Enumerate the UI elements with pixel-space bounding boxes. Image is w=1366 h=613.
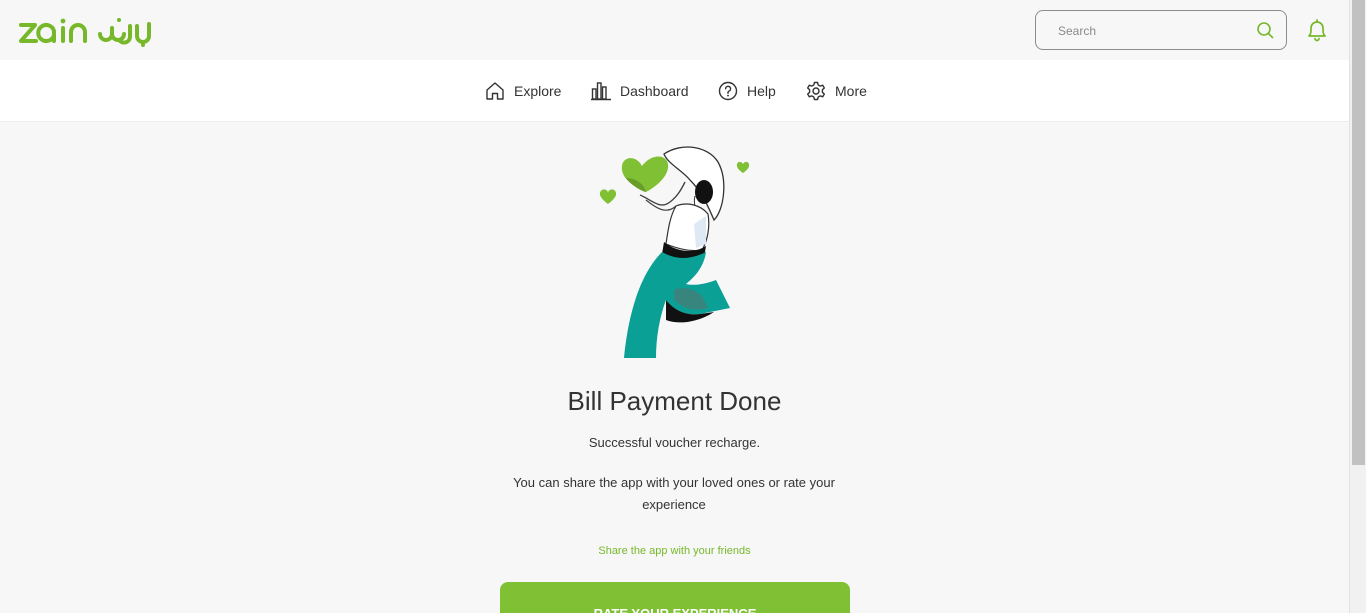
nav-item-explore[interactable]: Explore [484, 79, 561, 103]
share-message: You can share the app with your loved on… [513, 475, 835, 512]
gear-icon [807, 81, 825, 101]
top-header [0, 0, 1349, 60]
nav-label-more: More [835, 83, 867, 99]
bell-icon[interactable] [1305, 17, 1329, 43]
question-icon [718, 81, 738, 101]
search-box[interactable] [1035, 10, 1287, 50]
main-nav: Explore Dashboard Help More [0, 60, 1349, 122]
success-illustration [599, 146, 750, 358]
nav-label-explore: Explore [514, 83, 562, 99]
search-icon[interactable] [1256, 21, 1274, 39]
search-input[interactable] [1056, 20, 1246, 42]
success-subtitle: Successful voucher recharge. [588, 435, 761, 450]
nav-item-help[interactable]: Help [717, 79, 776, 103]
zain-logo[interactable] [18, 14, 158, 48]
nav-item-dashboard[interactable]: Dashboard [590, 79, 689, 103]
nav-item-more[interactable]: More [805, 79, 867, 103]
rate-experience-button[interactable]: RATE YOUR EXPERIENCE [500, 582, 850, 613]
home-icon [486, 82, 504, 100]
nav-label-dashboard: Dashboard [620, 83, 689, 99]
page: Explore Dashboard Help [0, 0, 1349, 613]
nav-label-help: Help [747, 83, 776, 99]
page-title: Bill Payment Done [567, 386, 782, 416]
vertical-scrollbar[interactable] [1349, 0, 1366, 613]
share-app-link[interactable]: Share the app with your friends [0, 545, 1349, 557]
scrollbar-thumb[interactable] [1352, 0, 1365, 465]
bar-chart-icon [591, 82, 611, 101]
